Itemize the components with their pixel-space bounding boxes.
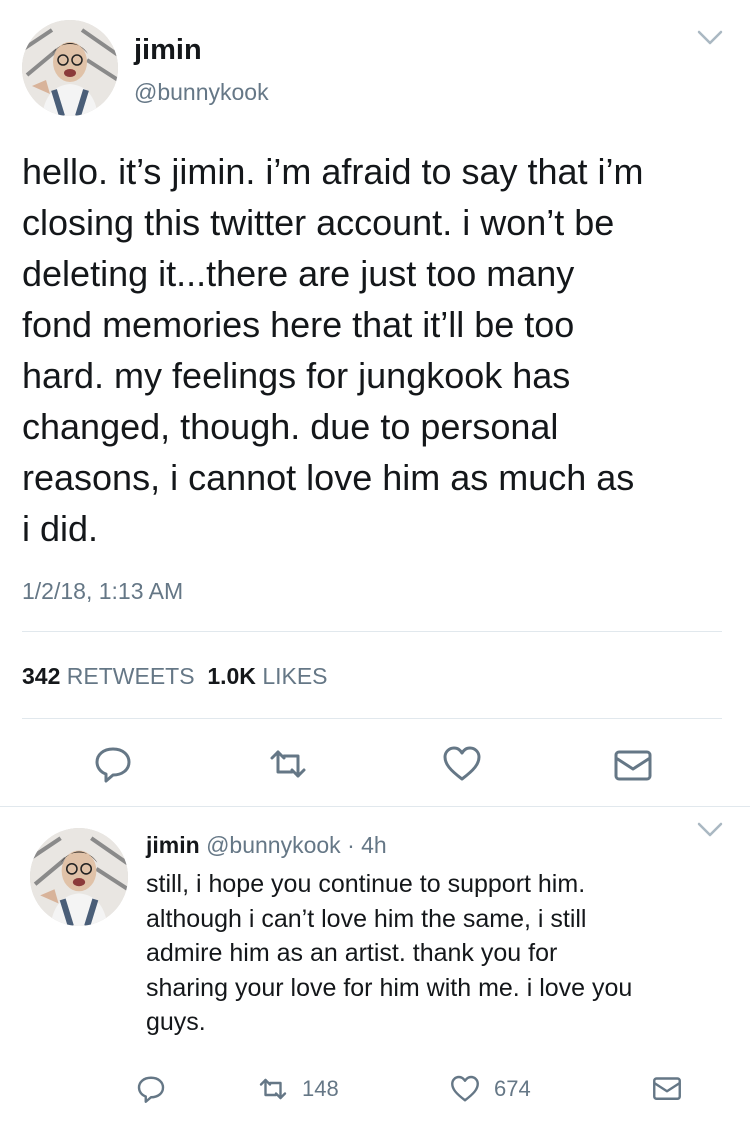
reply-text: still, i hope you continue to support hi… — [146, 870, 633, 1036]
heart-icon — [450, 1074, 480, 1104]
divider — [0, 806, 750, 807]
message-icon[interactable] — [613, 746, 653, 786]
divider — [22, 631, 722, 632]
reply-header: jimin @bunnykook · 4h — [146, 832, 387, 859]
likes-count: 1.0K — [207, 663, 256, 689]
reply-icon — [136, 1074, 166, 1104]
chevron-down-icon[interactable] — [697, 822, 723, 838]
chevron-down-icon[interactable] — [697, 30, 723, 46]
likes-stat[interactable]: 1.0K LIKES — [207, 663, 327, 689]
separator-dot: · — [347, 832, 355, 858]
user-handle[interactable]: @bunnykook — [134, 79, 269, 106]
retweets-stat[interactable]: 342 RETWEETS — [22, 663, 195, 689]
message-icon — [652, 1074, 682, 1104]
avatar[interactable] — [30, 828, 128, 926]
retweets-label: RETWEETS — [66, 663, 195, 689]
avatar[interactable] — [22, 20, 118, 116]
reply-icon[interactable] — [93, 744, 133, 784]
display-name[interactable]: jimin — [134, 34, 202, 67]
reply-display-name[interactable]: jimin — [146, 832, 200, 858]
engagement-stats: 342 RETWEETS 1.0K LIKES — [22, 663, 328, 690]
likes-label: LIKES — [262, 663, 328, 689]
retweets-count: 342 — [22, 663, 61, 689]
reply-button[interactable] — [136, 1073, 166, 1105]
retweet-button[interactable]: 148 — [258, 1073, 339, 1105]
reply-age: 4h — [361, 832, 387, 858]
tweet-text: hello. it’s jimin. i’m afraid to say tha… — [22, 151, 644, 549]
heart-icon[interactable] — [442, 744, 482, 784]
divider — [22, 718, 722, 719]
retweet-icon — [258, 1074, 288, 1104]
like-count: 674 — [494, 1076, 531, 1101]
like-button[interactable]: 674 — [450, 1073, 531, 1105]
reply-handle[interactable]: @bunnykook — [206, 832, 341, 858]
message-button[interactable] — [652, 1073, 682, 1105]
retweet-count: 148 — [302, 1076, 339, 1101]
tweet-timestamp: 1/2/18, 1:13 AM — [22, 578, 184, 604]
retweet-icon[interactable] — [268, 744, 308, 784]
